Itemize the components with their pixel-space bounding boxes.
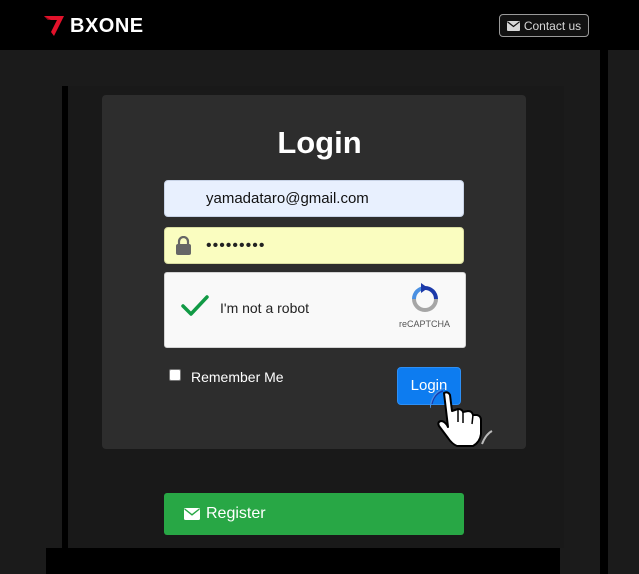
brand-logo[interactable]: BXONE: [42, 14, 144, 38]
recaptcha-label: I'm not a robot: [220, 300, 310, 316]
bxone-logo-icon: [44, 16, 64, 36]
lock-icon: [176, 236, 191, 255]
recaptcha-brand: reCAPTCHA: [399, 319, 451, 329]
checkmark-icon[interactable]: [180, 294, 210, 318]
page-title: Login: [277, 125, 362, 160]
envelope-icon: [184, 508, 200, 520]
hand-pointer-icon: [430, 388, 493, 447]
contact-us-label: Contact us: [523, 18, 582, 33]
register-label: Register: [206, 505, 266, 522]
envelope-icon: [506, 20, 520, 31]
frame-footer: [46, 548, 560, 574]
remember-me-checkbox[interactable]: [169, 369, 181, 381]
remember-me-label[interactable]: Remember Me: [191, 369, 284, 385]
contact-us-button[interactable]: Contact us: [499, 14, 589, 37]
recaptcha-icon: [412, 283, 438, 312]
password-field[interactable]: •••••••••: [164, 227, 464, 264]
register-button[interactable]: Register: [164, 493, 464, 535]
email-field[interactable]: yamadataro@gmail.com: [164, 180, 464, 217]
brand-name: BXONE: [70, 14, 144, 37]
